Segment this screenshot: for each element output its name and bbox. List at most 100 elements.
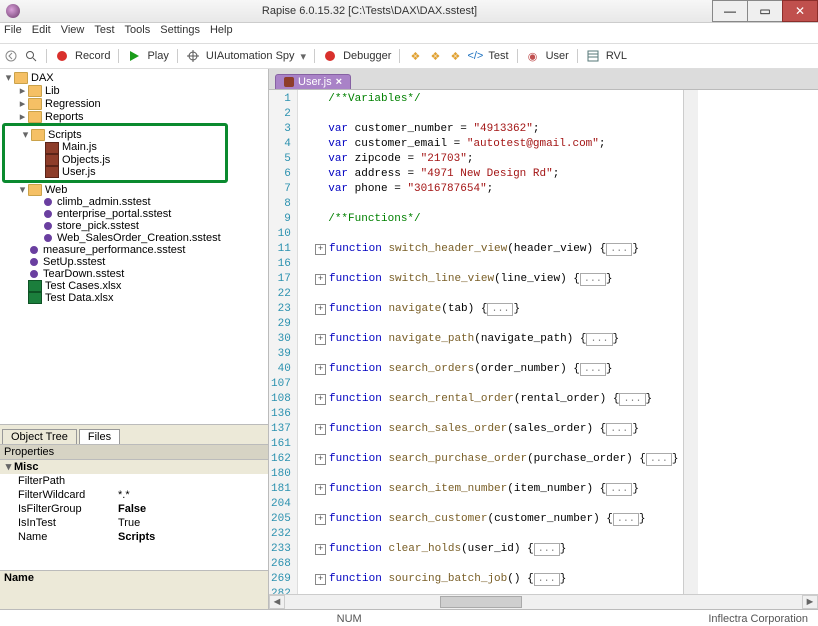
spy-label[interactable]: UIAutomation Spy [206, 50, 295, 62]
fold-icon[interactable]: + [315, 274, 326, 285]
code-area[interactable]: /**Variables*/ var customer_number = "49… [298, 90, 683, 594]
tree-file-test-cases-xlsx[interactable]: Test Cases.xlsx [4, 280, 268, 292]
fold-icon[interactable]: + [315, 514, 326, 525]
file-tree[interactable]: ▾DAX▸Lib▸Regression▸Reports ▾ScriptsMain.… [0, 69, 268, 424]
play-icon[interactable] [127, 49, 141, 63]
prop-row-filterwildcard[interactable]: FilterWildcard*.* [0, 488, 268, 502]
tree-file-main-js[interactable]: Main.js [7, 141, 223, 153]
record-icon[interactable] [55, 49, 69, 63]
prop-row-isintest[interactable]: IsInTestTrue [0, 516, 268, 530]
tree-file-web_salesorder_creation-sstest[interactable]: Web_SalesOrder_Creation.sstest [4, 232, 268, 244]
debugger-icon[interactable] [323, 49, 337, 63]
test-label[interactable]: Test [488, 50, 508, 62]
code-line[interactable]: +function clear_holds(user_id) {...} [302, 542, 679, 557]
tool-icon-2[interactable]: ❖ [428, 49, 442, 63]
tab-files[interactable]: Files [79, 429, 120, 444]
code-line[interactable]: var customer_number = "4913362"; [302, 122, 679, 137]
debugger-label[interactable]: Debugger [343, 50, 391, 62]
tree-file-enterprise_portal-sstest[interactable]: enterprise_portal.sstest [4, 208, 268, 220]
properties-grid[interactable]: ▾MiscFilterPathFilterWildcard*.*IsFilter… [0, 460, 268, 570]
code-line[interactable] [302, 377, 679, 392]
search-icon[interactable] [24, 49, 38, 63]
fold-icon[interactable]: + [315, 364, 326, 375]
code-line[interactable]: +function navigate(tab) {...} [302, 302, 679, 317]
horizontal-scrollbar[interactable]: ◄ ► [269, 594, 818, 609]
scroll-thumb[interactable] [440, 596, 522, 608]
tree-lib[interactable]: ▸Lib [4, 84, 268, 97]
menu-edit[interactable]: Edit [32, 24, 51, 42]
code-line[interactable]: +function switch_line_view(line_view) {.… [302, 272, 679, 287]
code-line[interactable] [302, 467, 679, 482]
code-line[interactable] [302, 347, 679, 362]
scroll-right-icon[interactable]: ► [802, 595, 818, 609]
code-line[interactable] [302, 587, 679, 594]
code-line[interactable] [302, 497, 679, 512]
maximize-button[interactable]: ▭ [747, 0, 783, 22]
menu-settings[interactable]: Settings [160, 24, 200, 42]
tree-regression[interactable]: ▸Regression [4, 97, 268, 110]
tree-file-climb_admin-sstest[interactable]: climb_admin.sstest [4, 196, 268, 208]
code-line[interactable]: +function search_item_number(item_number… [302, 482, 679, 497]
code-line[interactable]: +function switch_header_view(header_view… [302, 242, 679, 257]
code-line[interactable] [302, 317, 679, 332]
prop-row-isfiltergroup[interactable]: IsFilterGroupFalse [0, 502, 268, 516]
fold-icon[interactable]: + [315, 544, 326, 555]
tree-file-objects-js[interactable]: Objects.js [7, 154, 223, 166]
vertical-scrollbar[interactable] [683, 90, 698, 594]
fold-icon[interactable]: + [315, 394, 326, 405]
tree-file-measure_performance-sstest[interactable]: measure_performance.sstest [4, 244, 268, 256]
menu-test[interactable]: Test [94, 24, 114, 42]
fold-icon[interactable]: + [315, 334, 326, 345]
user-icon[interactable]: ◉ [526, 49, 540, 63]
code-line[interactable]: +function search_sales_order(sales_order… [302, 422, 679, 437]
menu-help[interactable]: Help [210, 24, 233, 42]
tool-icon-3[interactable]: ❖ [448, 49, 462, 63]
tree-file-user-js[interactable]: User.js [7, 166, 223, 178]
close-button[interactable]: ✕ [782, 0, 818, 22]
code-line[interactable] [302, 197, 679, 212]
code-line[interactable] [302, 287, 679, 302]
code-line[interactable]: +function search_customer(customer_numbe… [302, 512, 679, 527]
record-label[interactable]: Record [75, 50, 110, 62]
code-editor[interactable]: 1234567891011161722232930394010710813613… [269, 90, 818, 594]
editor-tab-user-js[interactable]: User.js × [275, 74, 351, 89]
tree-file-test-data-xlsx[interactable]: Test Data.xlsx [4, 292, 268, 304]
code-line[interactable]: +function search_rental_order(rental_ord… [302, 392, 679, 407]
code-line[interactable] [302, 257, 679, 272]
code-icon[interactable]: </> [468, 49, 482, 63]
code-line[interactable]: +function search_purchase_order(purchase… [302, 452, 679, 467]
scroll-left-icon[interactable]: ◄ [269, 595, 285, 609]
code-line[interactable]: +function navigate_path(navigate_path) {… [302, 332, 679, 347]
user-label[interactable]: User [546, 50, 569, 62]
code-line[interactable] [302, 107, 679, 122]
fold-icon[interactable]: + [315, 304, 326, 315]
tree-root[interactable]: ▾DAX [4, 71, 268, 84]
code-line[interactable] [302, 407, 679, 422]
code-line[interactable]: +function search_orders(order_number) {.… [302, 362, 679, 377]
fold-icon[interactable]: + [315, 424, 326, 435]
rvl-label[interactable]: RVL [606, 50, 627, 62]
menu-view[interactable]: View [61, 24, 85, 42]
tree-file-store_pick-sstest[interactable]: store_pick.sstest [4, 220, 268, 232]
tool-icon-1[interactable]: ❖ [408, 49, 422, 63]
spy-icon[interactable] [186, 49, 200, 63]
play-label[interactable]: Play [147, 50, 168, 62]
minimize-button[interactable]: — [712, 0, 748, 22]
prop-group-misc[interactable]: ▾Misc [0, 460, 268, 474]
code-line[interactable]: +function sourcing_batch_job() {...} [302, 572, 679, 587]
fold-icon[interactable]: + [315, 454, 326, 465]
fold-icon[interactable]: + [315, 574, 326, 585]
spy-dropdown[interactable]: ▾ [301, 50, 307, 63]
menu-file[interactable]: File [4, 24, 22, 42]
code-line[interactable] [302, 527, 679, 542]
tree-web[interactable]: ▾Web [4, 183, 268, 196]
tree-reports[interactable]: ▸Reports [4, 110, 268, 123]
fold-icon[interactable]: + [315, 244, 326, 255]
code-line[interactable]: var customer_email = "autotest@gmail.com… [302, 137, 679, 152]
code-line[interactable]: /**Functions*/ [302, 212, 679, 227]
tree-scripts[interactable]: ▾Scripts [7, 128, 223, 141]
nav-back-icon[interactable] [4, 49, 18, 63]
fold-icon[interactable]: + [315, 484, 326, 495]
prop-row-filterpath[interactable]: FilterPath [0, 474, 268, 488]
code-line[interactable] [302, 557, 679, 572]
